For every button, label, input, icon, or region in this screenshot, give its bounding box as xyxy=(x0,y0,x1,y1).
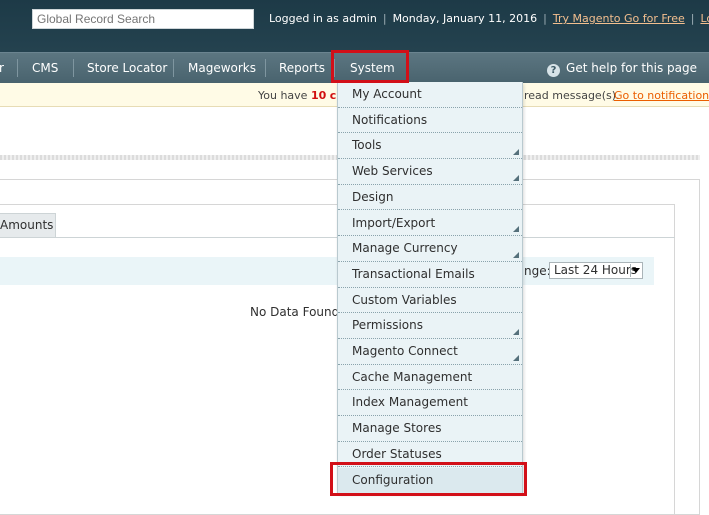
menu-item-label: Tools xyxy=(352,138,382,153)
nav-item-store-locator[interactable]: Store Locator xyxy=(87,53,167,83)
menu-item-label: Manage Currency xyxy=(352,241,458,256)
menu-item-label: Magento Connect xyxy=(352,344,458,358)
menu-item-permissions[interactable]: Permissions xyxy=(338,313,522,339)
menu-item-transactional-emails[interactable]: Transactional Emails xyxy=(338,262,522,288)
menu-item-order-statuses[interactable]: Order Statuses xyxy=(338,442,522,468)
submenu-arrow-icon xyxy=(513,149,519,156)
menu-item-label: Import/Export xyxy=(352,215,436,230)
menu-item-design[interactable]: Design xyxy=(338,185,522,211)
submenu-arrow-icon xyxy=(513,328,519,335)
menu-item-label: Notifications xyxy=(352,112,428,127)
nav-separator xyxy=(173,59,174,77)
system-dropdown-menu: My Account Notifications Tools Web Servi… xyxy=(337,82,523,494)
menu-item-configuration[interactable]: Configuration xyxy=(338,467,522,494)
nav-separator xyxy=(334,59,335,77)
menu-item-custom-variables[interactable]: Custom Variables xyxy=(338,288,522,314)
current-date: Monday, January 11, 2016 xyxy=(392,12,538,25)
logout-link[interactable]: Log Out xyxy=(700,12,709,25)
menu-item-label: My Account xyxy=(352,87,422,101)
menu-item-manage-currency[interactable]: Manage Currency xyxy=(338,236,522,262)
menu-item-label: Custom Variables xyxy=(352,292,457,307)
help-icon: ? xyxy=(547,64,561,77)
nav-separator xyxy=(73,59,74,77)
global-search-input[interactable] xyxy=(32,9,254,29)
notice-suffix: read message(s). xyxy=(524,89,620,102)
menu-item-tools[interactable]: Tools xyxy=(338,133,522,160)
submenu-arrow-icon xyxy=(513,174,519,181)
no-data-message: No Data Found xyxy=(250,305,340,319)
main-nav: r CMS Store Locator Mageworks Reports Sy… xyxy=(0,52,709,83)
range-select[interactable]: Last 24 Hours xyxy=(549,262,643,279)
menu-item-label: Cache Management xyxy=(352,369,473,384)
menu-item-label: Manage Stores xyxy=(352,421,442,436)
menu-item-label: Permissions xyxy=(352,318,423,333)
menu-item-index-management[interactable]: Index Management xyxy=(338,390,522,417)
nav-item-partial[interactable]: r xyxy=(0,53,4,83)
tab-amounts[interactable]: Amounts xyxy=(0,213,56,237)
logged-in-text: Logged in as admin xyxy=(269,12,377,25)
help-label: Get help for this page xyxy=(566,61,697,75)
submenu-arrow-icon xyxy=(513,251,519,258)
user-info: Logged in as admin | Monday, January 11, 2… xyxy=(269,12,709,25)
header: Logged in as admin|Monday, January 11, 2… xyxy=(0,0,709,52)
nav-separator xyxy=(265,59,266,77)
menu-item-label: Index Management xyxy=(352,395,468,410)
nav-separator xyxy=(17,59,18,77)
notice-count: 10 xyxy=(310,89,327,102)
range-label: nge: xyxy=(524,264,551,278)
try-magento-go-link[interactable]: Try Magento Go for Free xyxy=(553,12,685,25)
menu-item-import-export[interactable]: Import/Export xyxy=(338,211,522,237)
chevron-down-icon xyxy=(632,268,640,273)
submenu-arrow-icon xyxy=(513,354,519,361)
menu-item-web-services[interactable]: Web Services xyxy=(338,159,522,185)
help-link[interactable]: ? Get help for this page xyxy=(547,53,697,83)
nav-item-system[interactable]: System xyxy=(350,53,395,83)
menu-item-manage-stores[interactable]: Manage Stores xyxy=(338,416,522,442)
go-to-notifications-link[interactable]: Go to notifications xyxy=(614,89,709,102)
nav-item-reports[interactable]: Reports xyxy=(279,53,325,83)
submenu-arrow-icon xyxy=(513,226,519,233)
range-select-value: Last 24 Hours xyxy=(554,263,638,277)
nav-item-mageworks[interactable]: Mageworks xyxy=(188,53,256,83)
nav-item-cms[interactable]: CMS xyxy=(32,53,58,83)
menu-item-label: Configuration xyxy=(352,472,434,487)
menu-item-notifications[interactable]: Notifications xyxy=(338,108,522,134)
menu-item-cache-management[interactable]: Cache Management xyxy=(338,365,522,391)
menu-item-label: Transactional Emails xyxy=(352,266,475,281)
menu-item-label: Design xyxy=(352,189,394,204)
menu-item-label: Order Statuses xyxy=(352,446,442,461)
menu-item-label: Web Services xyxy=(352,164,433,179)
menu-item-magento-connect[interactable]: Magento Connect xyxy=(338,339,522,365)
notice-prefix: You have xyxy=(258,89,308,102)
menu-item-my-account[interactable]: My Account xyxy=(338,82,522,108)
